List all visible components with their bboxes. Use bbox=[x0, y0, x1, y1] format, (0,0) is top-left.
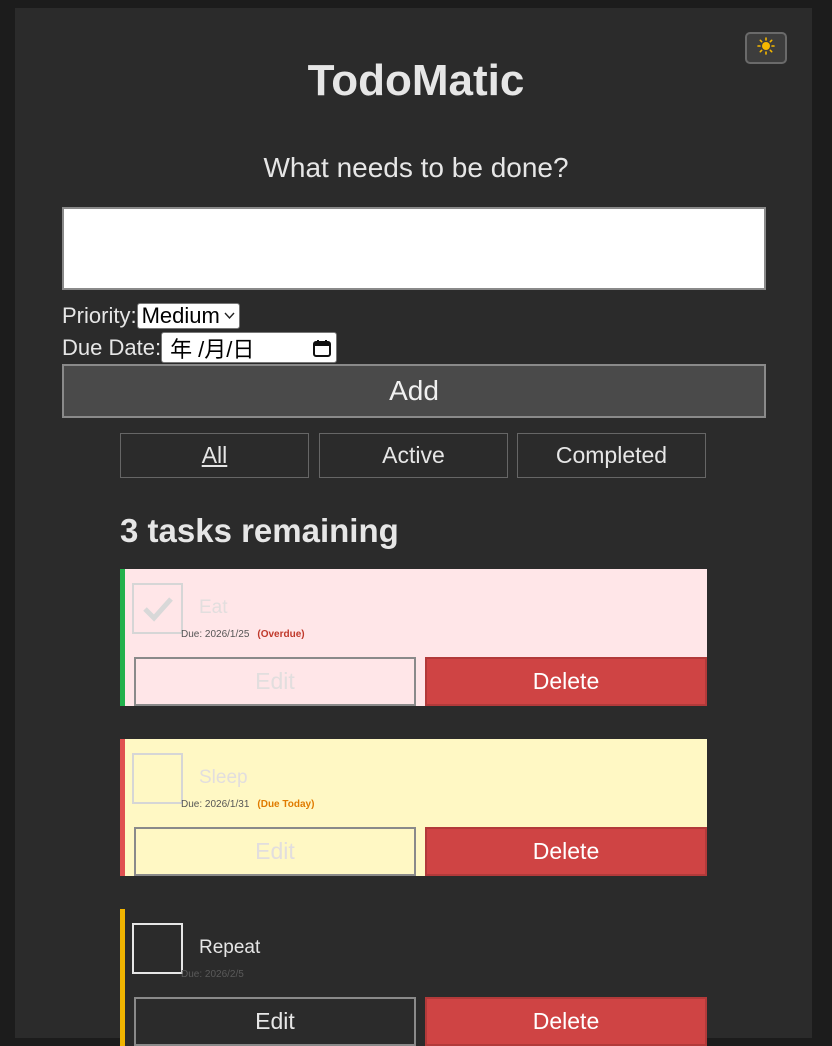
todo-due-text: Due: 2026/1/25 bbox=[181, 629, 250, 640]
due-date-row: Due Date: 年 /月/日 bbox=[62, 332, 338, 363]
chevron-down-icon bbox=[224, 312, 235, 320]
new-todo-heading: What needs to be done? bbox=[263, 152, 569, 183]
filter-all-button[interactable]: All bbox=[120, 433, 309, 478]
todo-due-text: Due: 2026/2/5 bbox=[181, 969, 244, 980]
priority-select[interactable]: Medium bbox=[136, 303, 240, 329]
todo-checkbox[interactable] bbox=[132, 583, 183, 634]
todo-due-date: Due: 2026/2/5 bbox=[181, 969, 252, 980]
priority-label: Priority: bbox=[62, 303, 137, 328]
todo-due-date: Due: 2026/1/31 (Due Today) bbox=[181, 799, 314, 810]
todo-item: Sleep Due: 2026/1/31 (Due Today) Edit Del… bbox=[120, 739, 707, 876]
due-date-placeholder: 年 /月/日 bbox=[170, 336, 255, 362]
todo-label[interactable]: Repeat bbox=[199, 937, 260, 959]
filter-active-label: Active bbox=[382, 442, 445, 468]
todo-due-status: (Overdue) bbox=[257, 629, 305, 640]
todo-due-status: (Due Today) bbox=[257, 799, 315, 810]
app-title: TodoMatic bbox=[307, 56, 525, 105]
todo-due-text: Due: 2026/1/31 bbox=[181, 799, 250, 810]
todo-label[interactable]: Sleep bbox=[199, 767, 248, 789]
due-date-label: Due Date: bbox=[62, 334, 162, 360]
filter-completed-label: Completed bbox=[555, 442, 668, 468]
priority-select-value: Medium bbox=[141, 303, 220, 328]
priority-indicator bbox=[120, 569, 125, 706]
todo-checkbox[interactable] bbox=[132, 923, 183, 974]
due-date-input[interactable]: 年 /月/日 bbox=[161, 332, 338, 363]
todo-due-date: Due: 2026/1/25 (Overdue) bbox=[181, 629, 305, 640]
calendar-icon[interactable] bbox=[312, 338, 332, 358]
filter-all-label: All bbox=[201, 442, 228, 468]
add-button[interactable]: Add bbox=[62, 364, 766, 418]
priority-indicator bbox=[120, 909, 125, 1046]
filter-active-button[interactable]: Active bbox=[319, 433, 508, 478]
edit-button[interactable]: Edit bbox=[134, 657, 416, 706]
todo-item: Eat Due: 2026/1/25 (Overdue) Edit Delete bbox=[120, 569, 707, 706]
delete-button[interactable]: Delete bbox=[425, 827, 707, 876]
priority-row: Priority: Medium bbox=[62, 303, 240, 329]
delete-button[interactable]: Delete bbox=[425, 657, 707, 706]
edit-button[interactable]: Edit bbox=[134, 827, 416, 876]
checkmark-icon bbox=[142, 596, 173, 622]
todo-item: Repeat Due: 2026/2/5 Edit Delete bbox=[120, 909, 707, 1046]
tasks-remaining-heading: 3 tasks remaining bbox=[120, 512, 399, 549]
filter-completed-button[interactable]: Completed bbox=[517, 433, 706, 478]
new-todo-input[interactable] bbox=[62, 207, 766, 290]
edit-button[interactable]: Edit bbox=[134, 997, 416, 1046]
priority-indicator bbox=[120, 739, 125, 876]
todo-checkbox[interactable] bbox=[132, 753, 183, 804]
delete-button[interactable]: Delete bbox=[425, 997, 707, 1046]
todo-label[interactable]: Eat bbox=[199, 597, 228, 619]
